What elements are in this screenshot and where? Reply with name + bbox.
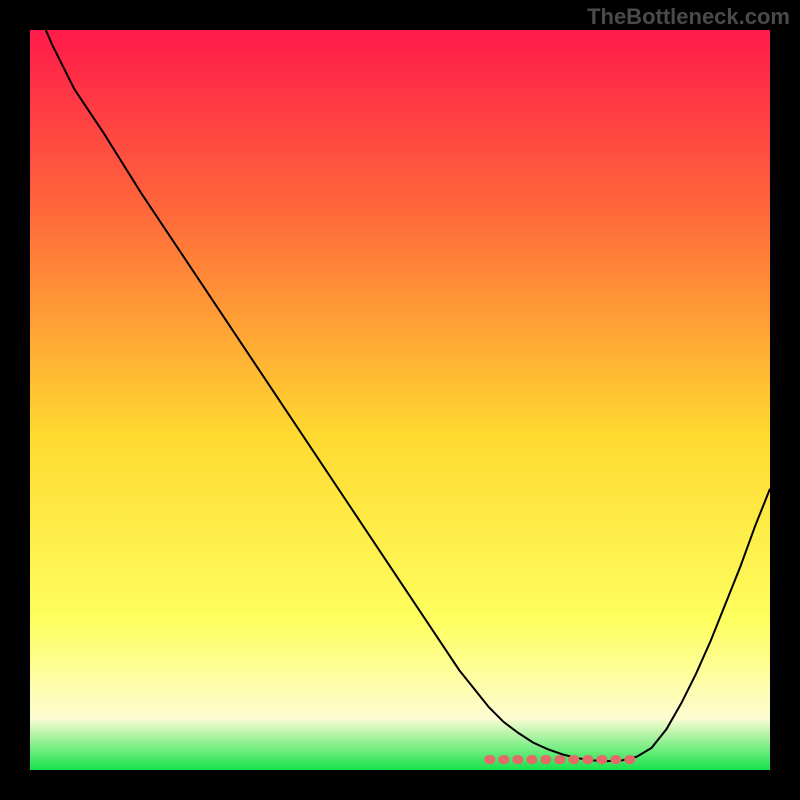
plot-area	[30, 30, 770, 770]
chart-svg	[30, 30, 770, 770]
chart-frame: TheBottleneck.com	[0, 0, 800, 800]
gradient-background	[30, 30, 770, 770]
watermark-text: TheBottleneck.com	[587, 4, 790, 30]
